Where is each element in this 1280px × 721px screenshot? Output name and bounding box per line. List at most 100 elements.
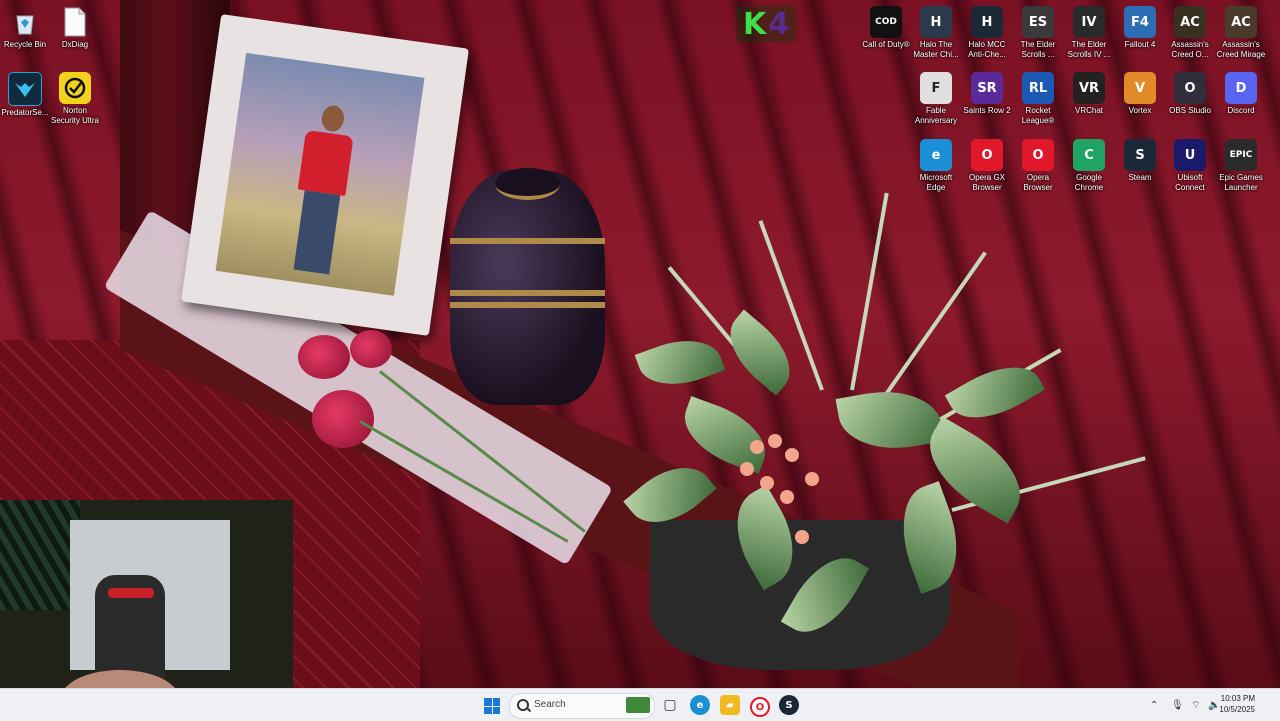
desktop-icon-label: Saints Row 2	[963, 106, 1011, 115]
oblivion-icon: IV	[1073, 6, 1105, 38]
desktop-icon-epic-games[interactable]: EPIC Epic Games Launcher	[1216, 137, 1266, 199]
task-view-button[interactable]: ▢	[660, 695, 680, 715]
ubisoft-icon: U	[1174, 139, 1206, 171]
recycle-bin-icon	[9, 6, 41, 38]
desktop-icon-dxdiag[interactable]: DxDiag	[50, 4, 100, 66]
taskbar-file-explorer-button[interactable]: ▰	[720, 695, 740, 715]
wallpaper-plant	[620, 190, 1146, 670]
desktop-icon-label: Recycle Bin	[3, 40, 47, 49]
desktop-icon-norton[interactable]: Norton Security Ultra	[50, 70, 100, 132]
task-view-icon: ▢	[663, 697, 677, 713]
desktop-icon-label: Epic Games Launcher	[1219, 173, 1263, 192]
epic-games-icon: EPIC	[1225, 139, 1257, 171]
taskbar-search-box[interactable]: Search	[509, 693, 655, 719]
desktop-icon-label: OBS Studio	[1169, 106, 1211, 115]
chrome-icon: C	[1073, 139, 1105, 171]
opera-icon: O	[1022, 139, 1054, 171]
desktop-icon-saints-row[interactable]: SR Saints Row 2	[962, 70, 1012, 132]
taskbar-clock[interactable]: 10:03 PM 10/5/2025	[1219, 693, 1255, 715]
edge-icon: e	[696, 699, 704, 711]
wallpaper-photo-frame	[181, 14, 469, 336]
desktop-icon-call-of-duty[interactable]: COD Call of Duty®	[861, 4, 911, 66]
desktop-icon-recycle-bin[interactable]: Recycle Bin	[0, 4, 50, 66]
desktop-icon-rocket-league[interactable]: RL Rocket League®	[1013, 70, 1063, 132]
show-hidden-icons-button[interactable]: ⌃	[1150, 689, 1158, 721]
norton-icon	[59, 72, 91, 104]
desktop-icon-predator-sense[interactable]: PredatorSe...	[0, 70, 50, 132]
wallpaper-photo-person	[286, 102, 359, 277]
desktop-icon-vortex[interactable]: V Vortex	[1115, 70, 1165, 132]
obs-icon: O	[1174, 72, 1206, 104]
taskbar-opera-gx-button[interactable]: O	[750, 697, 770, 717]
fable-icon: F	[920, 72, 952, 104]
desktop-icon-edge[interactable]: e Microsoft Edge	[911, 137, 961, 199]
webcam-overlay	[0, 500, 293, 720]
assassins-creed-mirage-icon: AC	[1225, 6, 1257, 38]
desktop-icon-elder-scrolls[interactable]: ES The Elder Scrolls ...	[1013, 4, 1063, 66]
rocket-league-icon: RL	[1022, 72, 1054, 104]
desktop-icon-label: Microsoft Edge	[919, 173, 953, 192]
microphone-icon: 🎙	[1171, 699, 1184, 711]
wifi-icon: ⌔	[1191, 699, 1201, 711]
desktop-icon-steam[interactable]: S Steam	[1115, 137, 1165, 199]
clock-time: 10:03 PM	[1220, 694, 1255, 703]
search-highlight-icon	[626, 697, 650, 713]
desktop-icon-halo[interactable]: H Halo The Master Chi...	[911, 4, 961, 66]
desktop-icon-label: Ubisoft Connect	[1175, 173, 1205, 192]
desktop-icon-label: Opera Browser	[1023, 173, 1053, 192]
desktop-icon-ubisoft[interactable]: U Ubisoft Connect	[1165, 137, 1215, 199]
desktop-icon-oblivion[interactable]: IV The Elder Scrolls IV ...	[1064, 4, 1114, 66]
desktop-icon-label: Call of Duty®	[862, 40, 910, 49]
desktop-icon-label: Rocket League®	[1021, 106, 1055, 125]
steam-icon: S	[1124, 139, 1156, 171]
desktop-icon-label: Norton Security Ultra	[50, 106, 99, 125]
desktop-icon-obs[interactable]: O OBS Studio	[1165, 70, 1215, 132]
steam-icon: S	[785, 699, 793, 711]
desktop-icon-chrome[interactable]: C Google Chrome	[1064, 137, 1114, 199]
desktop-icon-label: Opera GX Browser	[968, 173, 1005, 192]
microphone-tray-icon[interactable]: 🎙	[1171, 689, 1184, 721]
desktop-icon-label: Fable Anniversary	[914, 106, 958, 125]
desktop-icon-label: Assassin's Creed O...	[1171, 40, 1209, 59]
wallpaper-rose	[312, 390, 374, 448]
search-placeholder: Search	[534, 699, 566, 710]
desktop-icon-label: PredatorSe...	[1, 108, 49, 117]
halo-icon: H	[920, 6, 952, 38]
document-icon	[59, 6, 91, 38]
folder-icon: ▰	[726, 699, 734, 711]
wallpaper-rose	[298, 335, 350, 379]
saints-row-icon: SR	[971, 72, 1003, 104]
vrchat-icon: VR	[1073, 72, 1105, 104]
edge-icon: e	[920, 139, 952, 171]
wallpaper-urn	[450, 168, 605, 405]
fallout-icon: F4	[1124, 6, 1156, 38]
chevron-up-icon: ⌃	[1150, 699, 1159, 711]
predator-sense-icon	[8, 72, 42, 106]
desktop-icon-label: Steam	[1128, 173, 1152, 182]
desktop-icon-assassins-creed-mirage[interactable]: AC Assassin's Creed Mirage	[1216, 4, 1266, 66]
desktop-icon-fable[interactable]: F Fable Anniversary	[911, 70, 961, 132]
desktop-icon-label: Halo MCC Anti-Che...	[968, 40, 1006, 59]
desktop-icon-label: Fallout 4	[1124, 40, 1156, 49]
desktop-icon-label: Assassin's Creed Mirage	[1216, 40, 1266, 59]
desktop-icon-label: DxDiag	[61, 40, 89, 49]
desktop-icon-discord[interactable]: D Discord	[1216, 70, 1266, 132]
desktop-icon-halo-mcc[interactable]: H Halo MCC Anti-Che...	[962, 4, 1012, 66]
discord-icon: D	[1225, 72, 1257, 104]
call-of-duty-icon: COD	[870, 6, 902, 38]
desktop-icon-assassins-creed-odyssey[interactable]: AC Assassin's Creed O...	[1165, 4, 1215, 66]
taskbar-steam-button[interactable]: S	[779, 695, 799, 715]
desktop-icon-fallout[interactable]: F4 Fallout 4	[1115, 4, 1165, 66]
desktop-icon-vrchat[interactable]: VR VRChat	[1064, 70, 1114, 132]
taskbar-edge-button[interactable]: e	[690, 695, 710, 715]
start-button[interactable]	[484, 698, 500, 714]
search-icon	[517, 699, 529, 711]
wifi-tray-icon[interactable]: ⌔	[1191, 689, 1200, 721]
desktop-icon-label: Halo The Master Chi...	[913, 40, 959, 59]
desktop-icon-opera[interactable]: O Opera Browser	[1013, 137, 1063, 199]
desktop-icon-label: VRChat	[1074, 106, 1103, 115]
opera-gx-icon: O	[755, 701, 765, 713]
assassins-creed-odyssey-icon: AC	[1174, 6, 1206, 38]
desktop-icon-opera-gx[interactable]: O Opera GX Browser	[962, 137, 1012, 199]
halo-mcc-icon: H	[971, 6, 1003, 38]
